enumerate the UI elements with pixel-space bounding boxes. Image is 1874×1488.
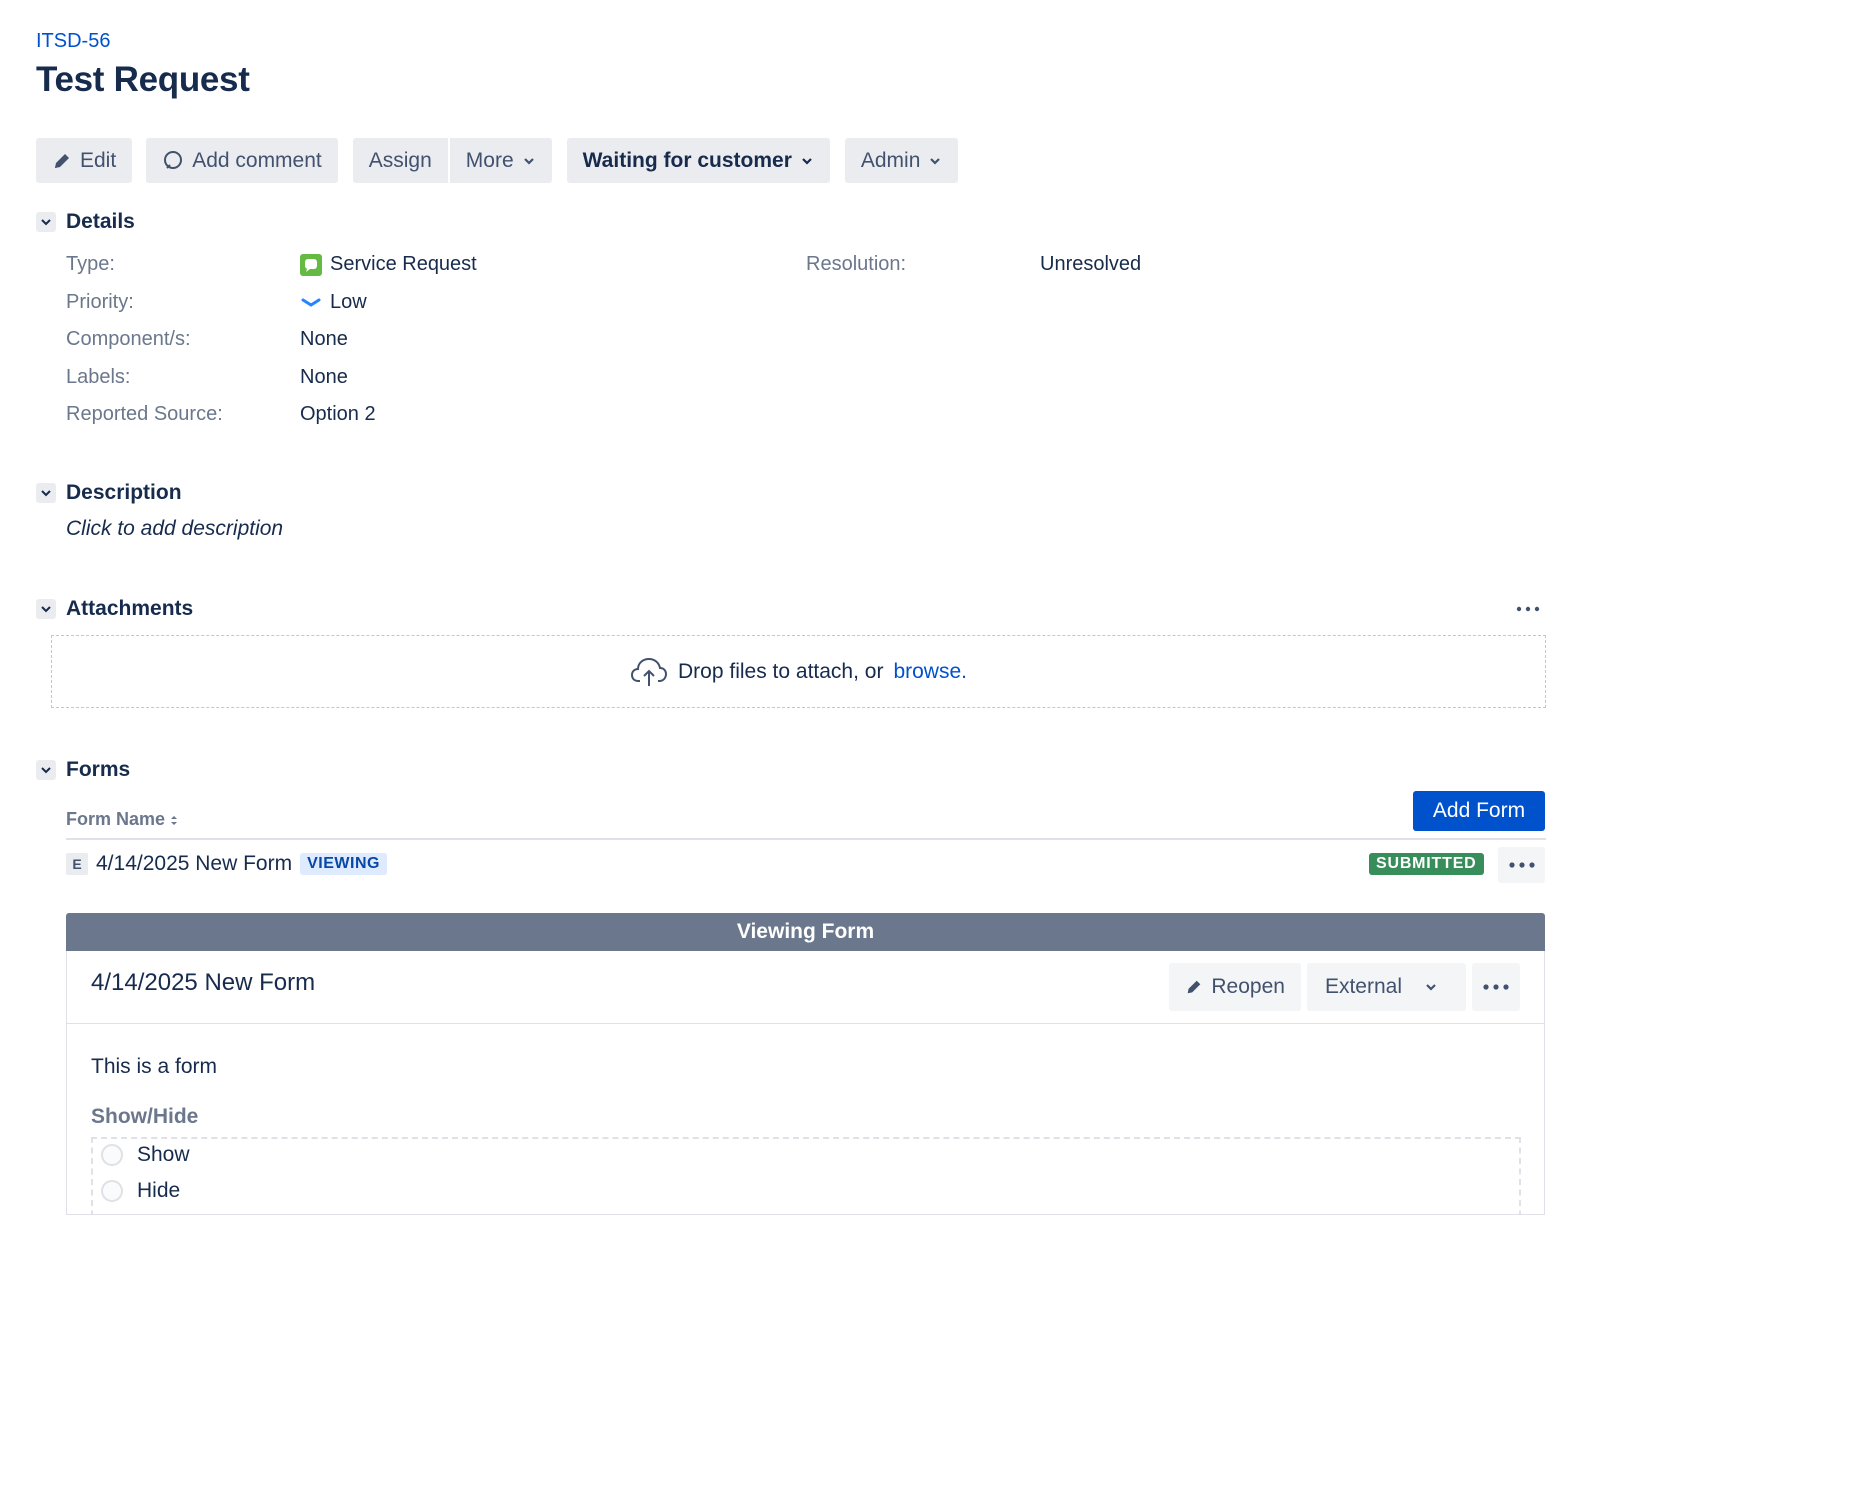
more-label: More	[465, 148, 514, 172]
status-label: Waiting for customer	[582, 148, 792, 172]
chevron-down-icon	[36, 483, 56, 503]
form-row-more-button[interactable]	[1498, 847, 1545, 883]
priority-low-icon	[301, 298, 321, 307]
labels-value[interactable]: None	[300, 366, 348, 389]
reported-source-value[interactable]: Option 2	[300, 403, 376, 426]
reopen-button[interactable]: Reopen	[1169, 963, 1301, 1011]
type-value[interactable]: Service Request	[300, 253, 477, 276]
description-placeholder[interactable]: Click to add description	[66, 517, 283, 541]
resolution-label: Resolution:	[806, 253, 907, 275]
attachment-dropzone[interactable]: Drop files to attach, or browse.	[51, 635, 1546, 708]
chevron-down-icon	[36, 599, 56, 619]
forms-section-header[interactable]: Forms	[36, 758, 130, 782]
form-name-column-header[interactable]: Form Name	[66, 809, 179, 830]
form-viewer-title: 4/14/2025 New Form	[91, 969, 316, 996]
edit-label: Edit	[80, 148, 117, 172]
radio-group: Show Hide	[91, 1137, 1521, 1214]
form-body-text: This is a form	[91, 1055, 218, 1078]
form-name-header-label: Form Name	[66, 809, 166, 829]
type-label: Type:	[66, 253, 115, 275]
more-icon	[1483, 984, 1509, 990]
reported-source-label: Reported Source:	[66, 403, 223, 425]
service-request-icon	[300, 253, 322, 276]
edit-button[interactable]: Edit	[36, 138, 133, 183]
admin-button[interactable]: Admin	[844, 138, 959, 183]
more-icon	[1508, 862, 1535, 868]
forms-heading: Forms	[66, 758, 131, 781]
chevron-down-icon	[36, 212, 56, 232]
chevron-down-icon	[930, 157, 941, 165]
submitted-status-lozenge: SUBMITTED	[1369, 853, 1484, 875]
assign-button[interactable]: Assign	[352, 138, 448, 183]
form-type-badge: E	[66, 853, 88, 875]
divider	[67, 1023, 1544, 1024]
chevron-down-icon	[36, 760, 56, 780]
issue-page: ITSD-56 Test Request Edit Add comment As…	[0, 0, 1874, 1488]
description-heading: Description	[66, 481, 182, 504]
form-viewer-card: 4/14/2025 New Form Reopen External This …	[66, 951, 1545, 1215]
radio-option-label: Hide	[137, 1179, 181, 1202]
chevron-down-icon	[1426, 984, 1436, 991]
description-section-header[interactable]: Description	[36, 481, 182, 505]
add-form-button[interactable]: Add Form	[1413, 791, 1545, 831]
more-icon	[1516, 606, 1540, 612]
issue-toolbar: Edit Add comment Assign More Waiting for…	[36, 138, 959, 183]
priority-label: Priority:	[66, 291, 134, 313]
visibility-dropdown-button[interactable]: External	[1306, 963, 1466, 1011]
page-title: Test Request	[36, 60, 250, 99]
components-value[interactable]: None	[300, 328, 348, 351]
form-viewer-actions: Reopen External	[1169, 963, 1520, 1011]
status-dropdown-button[interactable]: Waiting for customer	[566, 138, 830, 183]
radio-option-hide[interactable]: Hide	[101, 1179, 180, 1203]
viewing-lozenge: VIEWING	[300, 853, 387, 875]
chevron-down-icon	[523, 157, 534, 165]
radio-option-label: Show	[137, 1143, 190, 1166]
priority-value-text: Low	[330, 291, 367, 313]
viewing-form-banner: Viewing Form	[66, 913, 1545, 951]
browse-link[interactable]: browse.	[893, 660, 967, 684]
labels-label: Labels:	[66, 366, 131, 388]
components-label: Component/s:	[66, 328, 191, 350]
radio-option-show[interactable]: Show	[101, 1143, 190, 1167]
attachments-section-header[interactable]: Attachments	[36, 597, 193, 621]
comment-icon	[164, 150, 183, 169]
attachments-more-button[interactable]	[1512, 598, 1544, 620]
dropzone-text: Drop files to attach, or	[678, 659, 884, 683]
admin-label: Admin	[860, 148, 921, 172]
pencil-icon	[55, 153, 69, 168]
radio-button[interactable]	[101, 1144, 123, 1166]
form-viewer-more-button[interactable]	[1472, 963, 1520, 1011]
priority-value[interactable]: Low	[300, 291, 367, 314]
visibility-label: External	[1324, 975, 1402, 998]
chevron-down-icon	[802, 157, 812, 165]
pencil-icon	[1188, 980, 1201, 994]
divider	[66, 838, 1546, 840]
assign-more-group: Assign More	[352, 138, 552, 183]
details-section-header[interactable]: Details	[36, 210, 135, 234]
form-row-name[interactable]: 4/14/2025 New Form	[96, 852, 292, 876]
radio-button[interactable]	[101, 1180, 123, 1202]
more-button[interactable]: More	[449, 138, 552, 183]
add-comment-button[interactable]: Add comment	[146, 138, 338, 183]
resolution-value: Unresolved	[1040, 253, 1142, 275]
reopen-label: Reopen	[1211, 975, 1285, 998]
add-comment-label: Add comment	[192, 148, 322, 172]
sort-icon	[171, 815, 178, 825]
attachments-heading: Attachments	[66, 597, 194, 620]
issue-key-link[interactable]: ITSD-56	[36, 30, 110, 53]
cloud-upload-icon	[631, 657, 668, 686]
type-value-text: Service Request	[330, 253, 477, 275]
form-list-item[interactable]: E 4/14/2025 New Form VIEWING	[66, 852, 387, 876]
question-label: Show/Hide	[91, 1105, 199, 1128]
details-heading: Details	[66, 210, 135, 233]
